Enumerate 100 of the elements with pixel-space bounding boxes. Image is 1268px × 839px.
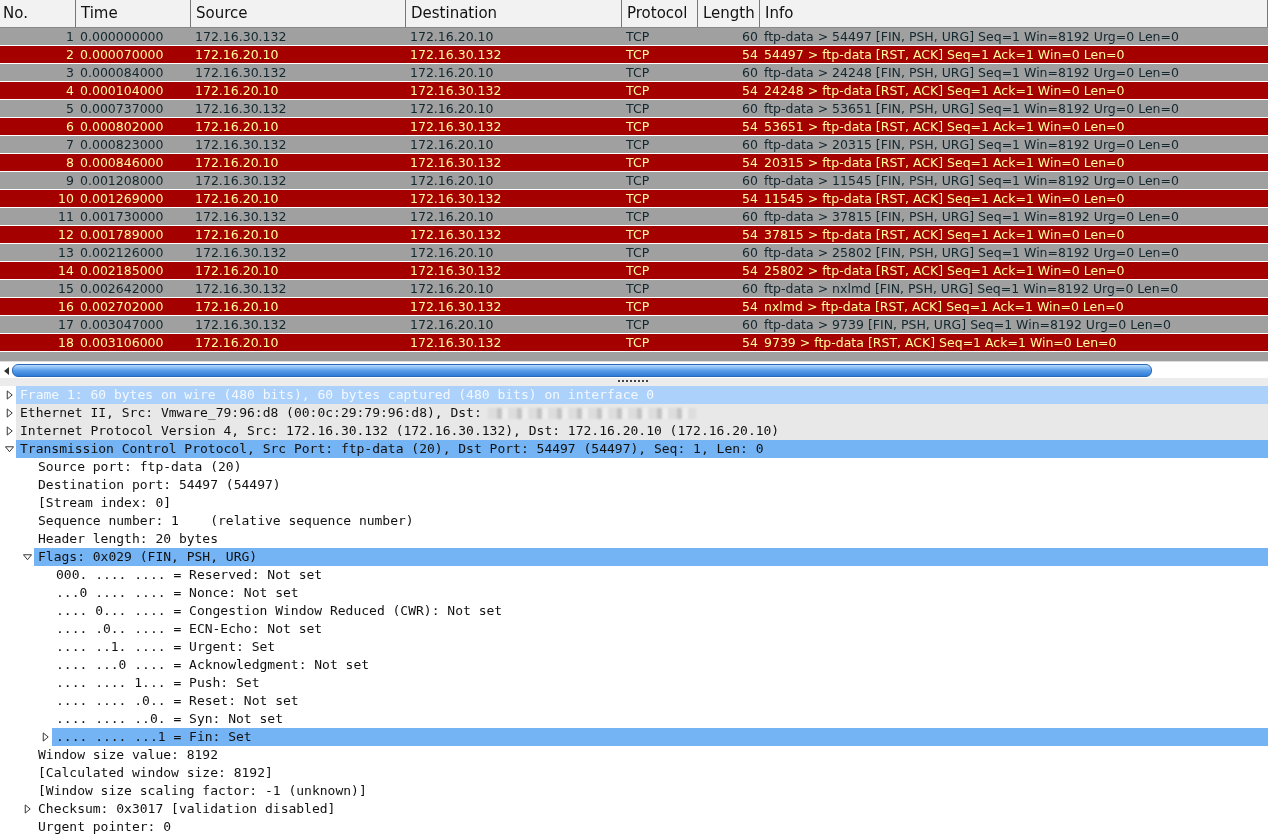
packet-row[interactable]: 1 0.000000000 172.16.30.132 172.16.20.10 TCP 60 ftp-data > 54497 [FIN, PSH, URG] Seq=1 Win=8192 Urg=0 Len=0 [0,28,1268,45]
packet-row[interactable]: 18 0.003106000 172.16.20.10 172.16.30.132 TCP 54 9739 > ftp-data [RST, ACK] Seq=1 Ack=1 Win=0 Len=0 [0,334,1268,351]
packet-row[interactable]: 11 0.001730000 172.16.30.132 172.16.20.10 TCP 60 ftp-data > 37815 [FIN, PSH, URG] Seq=1 Win=8192 Urg=0 Len=0 [0,208,1268,225]
pane-grip-icon[interactable] [617,379,651,383]
table-cell-text: 0.000823000 [79,136,165,153]
packet-row[interactable]: 9 0.001208000 172.16.30.132 172.16.20.10 TCP 60 ftp-data > 11545 [FIN, PSH, URG] Seq=1 Win=8192 Urg=0 Len=0 [0,172,1268,189]
tree-item[interactable]: .... .0.. .... = ECN-Echo: Not set [56,620,323,638]
packet-row[interactable]: 4 0.000104000 172.16.20.10 172.16.30.132 TCP 54 24248 > ftp-data [RST, ACK] Seq=1 Ack=1 Win=0 Len=0 [0,82,1268,99]
column-header[interactable]: No. [0,0,76,27]
packet-row[interactable]: 13 0.002126000 172.16.30.132 172.16.20.10 TCP 60 ftp-data > 25802 [FIN, PSH, URG] Seq=1 Win=8192 Urg=0 Len=0 [0,244,1268,261]
table-cell-text: 0.002126000 [79,244,165,261]
table-cell-text: 172.16.30.132 [194,136,288,153]
tree-item[interactable]: .... 0... .... = Congestion Window Reduced (CWR): Not set [56,602,503,620]
table-cell-text: 172.16.30.132 [409,190,503,207]
collapse-triangle-icon[interactable] [4,444,14,454]
tree-item[interactable]: Checksum: 0x3017 [validation disabled] [38,800,336,818]
table-cell-text: 172.16.30.132 [409,154,503,171]
tree-item[interactable]: .... .... ...1 = Fin: Set [56,728,252,746]
tree-item[interactable]: .... .... .0.. = Reset: Not set [56,692,299,710]
tree-item[interactable]: Header length: 20 bytes [38,530,218,548]
table-cell-text: 9 [65,172,75,189]
table-cell-text: 0.001789000 [79,226,165,243]
tree-item[interactable]: [Stream index: 0] [38,494,172,512]
column-header[interactable]: Source [191,0,406,27]
tree-item[interactable]: .... ...0 .... = Acknowledgment: Not set [56,656,370,674]
table-cell-text: TCP [625,226,651,243]
packet-row[interactable]: 5 0.000737000 172.16.30.132 172.16.20.10 TCP 60 ftp-data > 53651 [FIN, PSH, URG] Seq=1 Win=8192 Urg=0 Len=0 [0,100,1268,117]
table-cell-text: 54 [741,262,759,279]
tree-item[interactable]: Window size value: 8192 [38,746,218,764]
table-cell-text: 0.000070000 [79,46,165,63]
tree-item[interactable]: Source port: ftp-data (20) [38,458,242,476]
tree-item[interactable]: .... ..1. .... = Urgent: Set [56,638,276,656]
table-cell-text: TCP [625,118,651,135]
tree-item[interactable]: [Calculated window size: 8192] [38,764,273,782]
packet-row[interactable]: 12 0.001789000 172.16.20.10 172.16.30.132 TCP 54 37815 > ftp-data [RST, ACK] Seq=1 Ack=1 Win=0 Len=0 [0,226,1268,243]
table-cell-text: 172.16.30.132 [194,64,288,81]
packet-row[interactable]: 10 0.001269000 172.16.20.10 172.16.30.132 TCP 54 11545 > ftp-data [RST, ACK] Seq=1 Ack=1 Win=0 Len=0 [0,190,1268,207]
tree-item[interactable]: ...0 .... .... = Nonce: Not set [56,584,299,602]
table-cell-text: TCP [625,154,651,171]
table-cell-text: TCP [625,262,651,279]
column-header[interactable]: Destination [406,0,622,27]
table-cell-text: 14 [57,262,75,279]
expand-triangle-icon[interactable] [4,408,14,418]
tree-item[interactable]: Sequence number: 1 (relative sequence number) [38,512,414,530]
table-cell-text: 172.16.30.132 [409,298,503,315]
table-cell-text: 0.001208000 [79,172,165,189]
tree-item[interactable]: .... .... 1... = Push: Set [56,674,260,692]
table-cell-text: 53651 > ftp-data [RST, ACK] Seq=1 Ack=1 Win=0 Len=0 [763,118,1126,135]
table-cell-text: 172.16.20.10 [409,172,495,189]
tree-item[interactable]: 000. .... .... = Reserved: Not set [56,566,323,584]
table-cell-text: 17 [57,316,75,333]
column-header[interactable]: Protocol [622,0,698,27]
tree-item[interactable]: Flags: 0x029 (FIN, PSH, URG) [38,548,258,566]
packet-row[interactable]: 7 0.000823000 172.16.30.132 172.16.20.10 TCP 60 ftp-data > 20315 [FIN, PSH, URG] Seq=1 Win=8192 Urg=0 Len=0 [0,136,1268,153]
expand-triangle-icon[interactable] [4,426,14,436]
packet-row[interactable]: 17 0.003047000 172.16.30.132 172.16.20.10 TCP 60 ftp-data > 9739 [FIN, PSH, URG] Seq=1 Win=8192 Urg=0 Len=0 [0,316,1268,333]
table-cell-text: nxlmd > ftp-data [RST, ACK] Seq=1 Ack=1 Win=0 Len=0 [763,298,1125,315]
expand-triangle-icon[interactable] [4,390,14,400]
table-cell-text: 11545 > ftp-data [RST, ACK] Seq=1 Ack=1 Win=0 Len=0 [763,190,1126,207]
collapse-triangle-icon[interactable] [22,552,32,562]
packet-row[interactable]: 2 0.000070000 172.16.20.10 172.16.30.132 TCP 54 54497 > ftp-data [RST, ACK] Seq=1 Ack=1 Win=0 Len=0 [0,46,1268,63]
table-cell-text: 37815 > ftp-data [RST, ACK] Seq=1 Ack=1 Win=0 Len=0 [763,226,1126,243]
table-cell-text: 0.001730000 [79,208,165,225]
packet-row[interactable]: 3 0.000084000 172.16.30.132 172.16.20.10 TCP 60 ftp-data > 24248 [FIN, PSH, URG] Seq=1 Win=8192 Urg=0 Len=0 [0,64,1268,81]
expand-triangle-icon[interactable] [22,804,32,814]
table-cell-text: 11 [57,208,75,225]
table-cell-text: ftp-data > 54497 [FIN, PSH, URG] Seq=1 Win=8192 Urg=0 Len=0 [763,28,1180,45]
packet-row[interactable]: 15 0.002642000 172.16.30.132 172.16.20.10 TCP 60 ftp-data > nxlmd [FIN, PSH, URG] Seq=1 Win=8192 Urg=0 Len=0 [0,280,1268,297]
packet-row[interactable]: 14 0.002185000 172.16.20.10 172.16.30.132 TCP 54 25802 > ftp-data [RST, ACK] Seq=1 Ack=1 Win=0 Len=0 [0,262,1268,279]
table-cell-text: 0.003106000 [79,334,165,351]
tree-item[interactable]: [Window size scaling factor: -1 (unknown)] [38,782,367,800]
table-cell-text: 60 [741,28,759,45]
table-cell-text: 172.16.20.10 [194,46,280,63]
table-cell-text: 9739 > ftp-data [RST, ACK] Seq=1 Ack=1 Win=0 Len=0 [763,334,1118,351]
table-cell-text: 172.16.30.132 [194,280,288,297]
table-cell-text: 0.002642000 [79,280,165,297]
table-cell-text: TCP [625,100,651,117]
table-cell-text: 60 [741,208,759,225]
scrollbar-thumb[interactable] [12,364,1152,377]
tree-item[interactable]: Urgent pointer: 0 [38,818,172,836]
table-cell-text: 7 [65,136,75,153]
table-cell-text: 54 [741,226,759,243]
table-cell-text: 54 [741,334,759,351]
expand-triangle-icon[interactable] [40,732,50,742]
table-cell-text: 172.16.20.10 [194,262,280,279]
column-header[interactable]: Time [76,0,191,27]
table-cell-text: 172.16.30.132 [194,316,288,333]
table-cell-text: ftp-data > 20315 [FIN, PSH, URG] Seq=1 Win=8192 Urg=0 Len=0 [763,136,1180,153]
table-cell-text: 172.16.30.132 [409,334,503,351]
column-header[interactable]: Length [698,0,760,27]
table-cell-text: 172.16.20.10 [194,334,280,351]
column-header[interactable]: Info [760,0,1268,27]
packet-row[interactable]: 6 0.000802000 172.16.20.10 172.16.30.132 TCP 54 53651 > ftp-data [RST, ACK] Seq=1 Ack=1 Win=0 Len=0 [0,118,1268,135]
tree-item[interactable]: .... .... ..0. = Syn: Not set [56,710,283,728]
packet-row[interactable]: 8 0.000846000 172.16.20.10 172.16.30.132 TCP 54 20315 > ftp-data [RST, ACK] Seq=1 Ack=1 Win=0 Len=0 [0,154,1268,171]
table-cell-text: ftp-data > 9739 [FIN, PSH, URG] Seq=1 Win=8192 Urg=0 Len=0 [763,316,1172,333]
tree-item[interactable]: Destination port: 54497 (54497) [38,476,281,494]
table-cell-text: 172.16.30.132 [409,262,503,279]
table-cell-text: ftp-data > 25802 [FIN, PSH, URG] Seq=1 Win=8192 Urg=0 Len=0 [763,244,1180,261]
packet-row[interactable]: 16 0.002702000 172.16.20.10 172.16.30.132 TCP 54 nxlmd > ftp-data [RST, ACK] Seq=1 Ack=1 Win=0 Len=0 [0,298,1268,315]
